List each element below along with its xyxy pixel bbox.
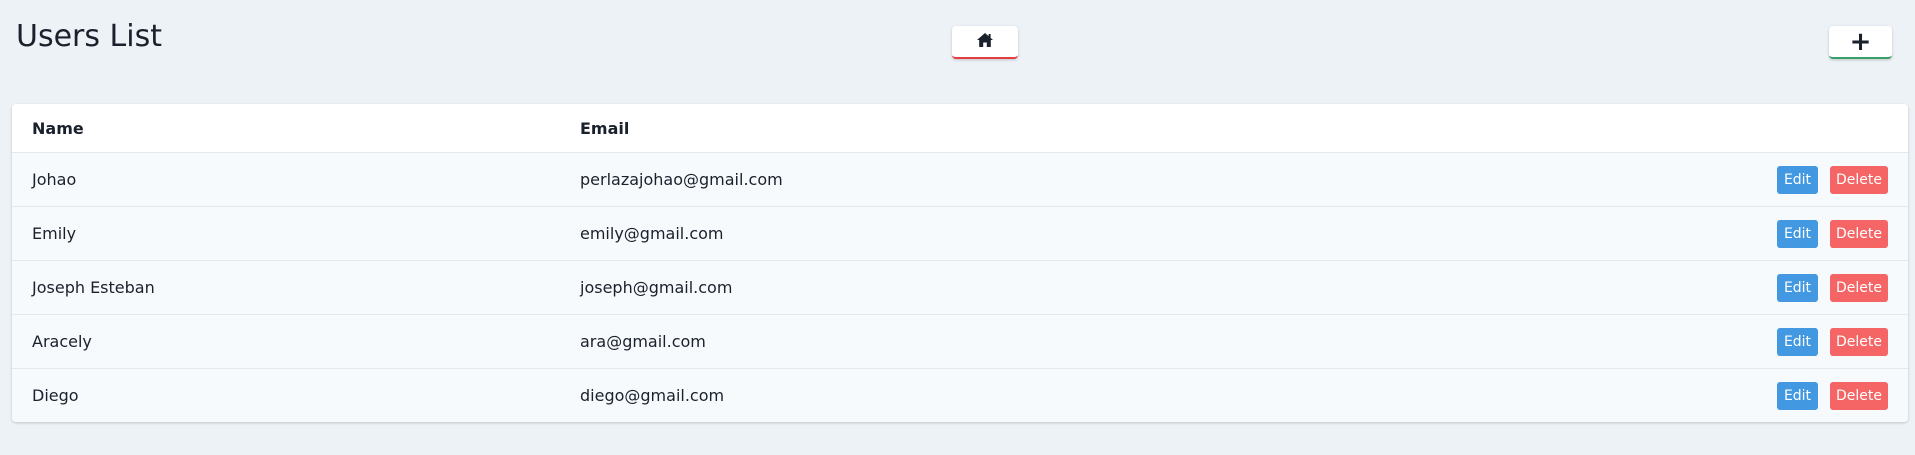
column-header-email: Email: [580, 118, 630, 138]
delete-button[interactable]: Delete: [1830, 327, 1888, 356]
edit-button[interactable]: Edit: [1777, 273, 1818, 302]
row-actions: Edit Delete: [1777, 219, 1888, 248]
user-email: emily@gmail.com: [580, 224, 724, 243]
table-row: Joseph Esteban joseph@gmail.com Edit Del…: [12, 260, 1908, 314]
home-button[interactable]: [952, 26, 1018, 59]
table-row: Johao perlazajohao@gmail.com Edit Delete: [12, 152, 1908, 206]
delete-button[interactable]: Delete: [1830, 273, 1888, 302]
user-name: Joseph Esteban: [32, 278, 155, 297]
users-table: Name Email Johao perlazajohao@gmail.com …: [12, 104, 1908, 422]
row-actions: Edit Delete: [1777, 381, 1888, 410]
add-user-button[interactable]: +: [1829, 26, 1892, 59]
home-icon: [976, 32, 994, 51]
table-row: Diego diego@gmail.com Edit Delete: [12, 368, 1908, 422]
user-email: joseph@gmail.com: [580, 278, 733, 297]
table-row: Emily emily@gmail.com Edit Delete: [12, 206, 1908, 260]
user-name: Aracely: [32, 332, 92, 351]
user-name: Diego: [32, 386, 79, 405]
edit-button[interactable]: Edit: [1777, 327, 1818, 356]
user-email: ara@gmail.com: [580, 332, 706, 351]
column-header-name: Name: [32, 118, 84, 138]
plus-icon: +: [1849, 26, 1872, 57]
row-actions: Edit Delete: [1777, 273, 1888, 302]
table-row: Aracely ara@gmail.com Edit Delete: [12, 314, 1908, 368]
user-name: Emily: [32, 224, 77, 243]
user-email: perlazajohao@gmail.com: [580, 170, 783, 189]
table-header-row: Name Email: [12, 104, 1908, 152]
user-email: diego@gmail.com: [580, 386, 725, 405]
user-name: Johao: [32, 170, 77, 189]
row-actions: Edit Delete: [1777, 165, 1888, 194]
edit-button[interactable]: Edit: [1777, 165, 1818, 194]
users-page: Users List + Name Email Johao perlazajoh…: [0, 0, 1915, 455]
delete-button[interactable]: Delete: [1830, 219, 1888, 248]
row-actions: Edit Delete: [1777, 327, 1888, 356]
edit-button[interactable]: Edit: [1777, 381, 1818, 410]
delete-button[interactable]: Delete: [1830, 381, 1888, 410]
delete-button[interactable]: Delete: [1830, 165, 1888, 194]
page-title: Users List: [16, 19, 162, 54]
edit-button[interactable]: Edit: [1777, 219, 1818, 248]
